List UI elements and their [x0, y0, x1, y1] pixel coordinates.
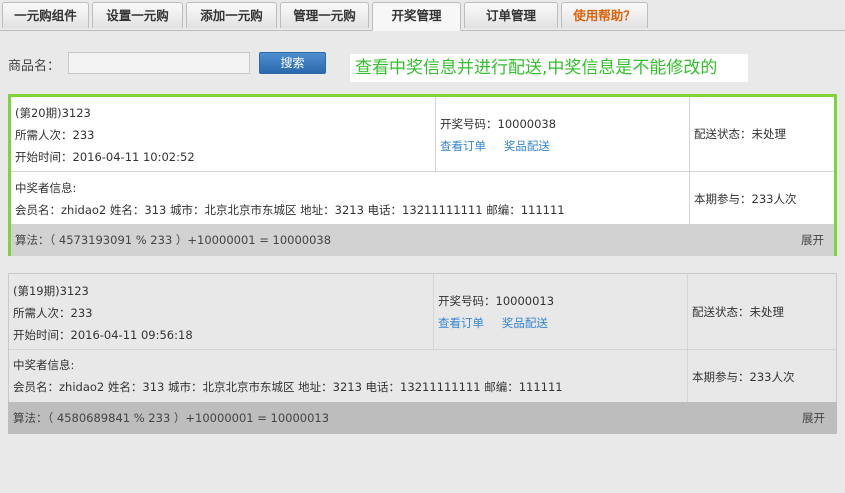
view-order-link[interactable]: 查看订单: [438, 316, 484, 330]
formula-text: 算法：（ 4580689841 % 233 ）+10000001 = 10000…: [13, 411, 330, 425]
participation-cell: 本期参与：233人次: [688, 349, 836, 403]
winner-heading: 中奖者信息:: [13, 358, 75, 372]
product-name-input[interactable]: [68, 52, 250, 74]
search-label: 商品名：: [8, 59, 61, 74]
formula-text: 算法：（ 4573193091 % 233 ）+10000001 = 10000…: [15, 233, 332, 247]
tab-yiyuangou-component[interactable]: 一元购组件: [2, 2, 89, 28]
lottery-code: 开奖号码：10000038: [440, 117, 557, 131]
record-start-time: 开始时间：2016-04-11 10:02:52: [15, 150, 195, 164]
delivery-status: 配送状态：未处理: [694, 127, 786, 141]
lottery-record: (第19期)3123 所需人次：233 开始时间：2016-04-11 09:5…: [8, 273, 837, 404]
winner-row: 中奖者信息: 会员名：zhidao2 姓名：313 城市：北京北京市东城区 地址…: [11, 171, 834, 224]
tab-order-management[interactable]: 订单管理: [464, 2, 558, 28]
tab-manage[interactable]: 管理一元购: [280, 2, 369, 28]
record-summary-row: (第20期)3123 所需人次：233 开始时间：2016-04-11 10:0…: [11, 97, 834, 172]
tab-help[interactable]: 使用帮助？: [561, 2, 648, 28]
record-title: (第20期)3123: [15, 106, 91, 120]
record-needed: 所需人次：233: [15, 128, 95, 142]
record-needed: 所需人次：233: [13, 306, 93, 320]
lottery-record: (第20期)3123 所需人次：233 开始时间：2016-04-11 10:0…: [8, 94, 837, 256]
expand-link[interactable]: 展开: [801, 224, 824, 256]
search-button[interactable]: 搜索: [259, 52, 326, 74]
record-lottery-cell: 开奖号码：10000038 查看订单 奖品配送: [436, 97, 690, 171]
winner-heading: 中奖者信息:: [15, 181, 77, 195]
record-info-cell: (第20期)3123 所需人次：233 开始时间：2016-04-11 10:0…: [11, 97, 436, 171]
participation-count: 本期参与：233人次: [694, 192, 797, 206]
participation-count: 本期参与：233人次: [692, 370, 795, 384]
formula-bar: 算法：（ 4573193091 % 233 ）+10000001 = 10000…: [11, 224, 834, 256]
view-order-link[interactable]: 查看订单: [440, 139, 486, 153]
tab-add[interactable]: 添加一元购: [186, 2, 277, 28]
tab-bar: 一元购组件 设置一元购 添加一元购 管理一元购 开奖管理 订单管理 使用帮助？: [0, 0, 845, 31]
lottery-code: 开奖号码：10000013: [438, 294, 555, 308]
expand-link[interactable]: 展开: [802, 402, 825, 434]
record-info-cell: (第19期)3123 所需人次：233 开始时间：2016-04-11 09:5…: [9, 274, 434, 349]
winner-info-cell: 中奖者信息: 会员名：zhidao2 姓名：313 城市：北京北京市东城区 地址…: [9, 349, 688, 403]
record-start-time: 开始时间：2016-04-11 09:56:18: [13, 328, 193, 342]
tab-lottery-management[interactable]: 开奖管理: [372, 2, 461, 31]
notice-banner: 查看中奖信息并进行配送,中奖信息是不能修改的: [350, 54, 748, 82]
record-lottery-cell: 开奖号码：10000013 查看订单 奖品配送: [434, 274, 688, 349]
winner-info: 会员名：zhidao2 姓名：313 城市：北京北京市东城区 地址：3213 电…: [15, 203, 565, 217]
winner-info: 会员名：zhidao2 姓名：313 城市：北京北京市东城区 地址：3213 电…: [13, 380, 563, 394]
delivery-status: 配送状态：未处理: [692, 305, 784, 319]
deliver-prize-link[interactable]: 奖品配送: [502, 316, 548, 330]
tab-settings[interactable]: 设置一元购: [92, 2, 183, 28]
deliver-prize-link[interactable]: 奖品配送: [504, 139, 550, 153]
record-status-cell: 配送状态：未处理: [688, 274, 836, 349]
record-title: (第19期)3123: [13, 284, 89, 298]
winner-row: 中奖者信息: 会员名：zhidao2 姓名：313 城市：北京北京市东城区 地址…: [9, 349, 836, 403]
participation-cell: 本期参与：233人次: [690, 171, 834, 224]
winner-info-cell: 中奖者信息: 会员名：zhidao2 姓名：313 城市：北京北京市东城区 地址…: [11, 171, 690, 224]
formula-bar: 算法：（ 4580689841 % 233 ）+10000001 = 10000…: [8, 402, 837, 434]
record-summary-row: (第19期)3123 所需人次：233 开始时间：2016-04-11 09:5…: [9, 274, 836, 350]
record-status-cell: 配送状态：未处理: [690, 97, 834, 171]
